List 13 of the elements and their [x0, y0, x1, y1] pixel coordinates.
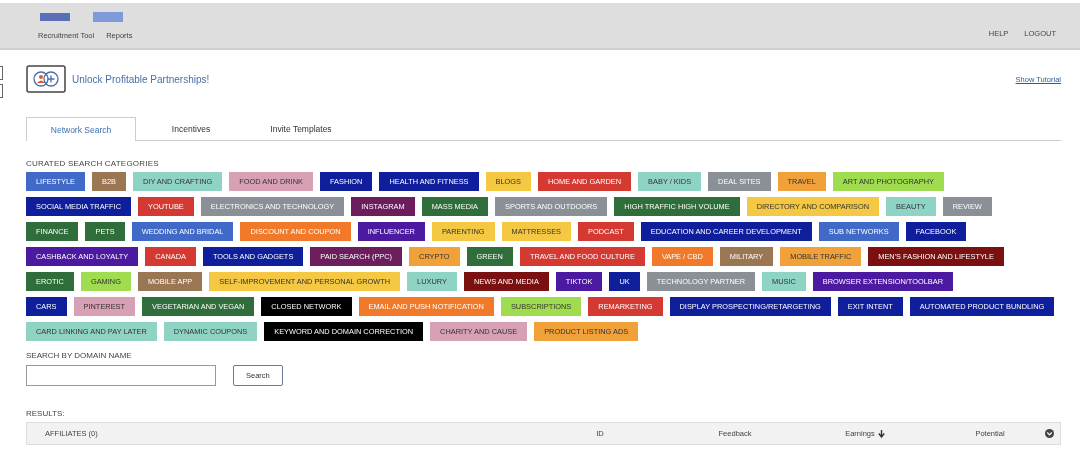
section-heading: SEARCH BY DOMAIN NAME	[26, 351, 133, 360]
partnership-icon	[26, 65, 66, 93]
section-heading: CURATED SEARCH CATEGORIES	[26, 159, 160, 168]
page-title: Unlock Profitable Partnerships!	[72, 73, 210, 85]
tab[interactable]: Incentives	[136, 117, 246, 140]
panel-handle[interactable]	[0, 66, 3, 80]
section-heading: RESULTS:	[26, 409, 66, 418]
tab[interactable]: Invite Templates	[246, 117, 356, 140]
panel-handle[interactable]	[0, 84, 3, 98]
tab[interactable]: Network Search	[26, 117, 136, 141]
domain-search-field[interactable]	[26, 365, 216, 386]
expand-icon[interactable]	[1045, 429, 1054, 438]
arrow-down-icon	[877, 429, 885, 438]
